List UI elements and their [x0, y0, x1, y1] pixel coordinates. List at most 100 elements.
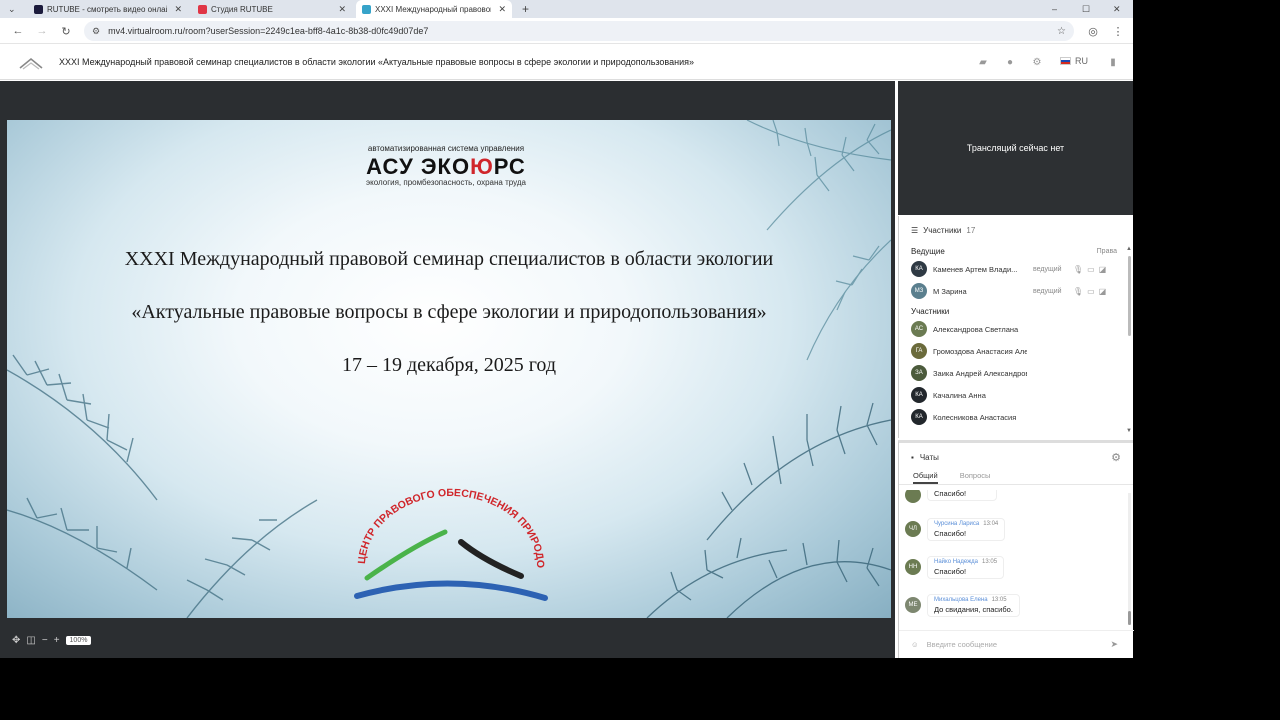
participant-name: Громоздова Анастасия Алексеев...	[933, 346, 1027, 356]
close-icon[interactable]: ✕	[498, 4, 506, 15]
tab-questions[interactable]: Вопросы	[960, 471, 991, 484]
chat-message: МЕ Михальцова Елена 13:05 До свидания, спас…	[905, 594, 1020, 617]
tab-virtualroom[interactable]: XXXI Международный правовой ✕	[356, 0, 512, 18]
close-icon[interactable]: ✕	[174, 4, 182, 15]
presentation-slide: автоматизированная система управления АС…	[7, 120, 891, 618]
move-icon[interactable]: ✥	[12, 635, 20, 646]
tab-strip: ⌄ RUTUBE - смотреть видео онлайн ✕ Студи…	[0, 0, 1133, 18]
maximize-icon[interactable]: ☐	[1082, 0, 1090, 18]
participant-row[interactable]: ЗА Заика Андрей Александрович	[899, 362, 1133, 384]
host-row[interactable]: МЗ М Зарина ведущий 🎙 ▭ ◪	[899, 280, 1133, 302]
language-selector[interactable]: RU	[1060, 56, 1088, 66]
scroll-down-icon[interactable]: ▼	[1126, 428, 1132, 434]
settings-icon[interactable]: ⚙	[1030, 55, 1044, 69]
hosts-section-header: Ведущие Права	[899, 244, 1133, 258]
participants-panel: ☰ Участники 17 Ведущие Права КА Каменев А…	[898, 216, 1133, 438]
url-field[interactable]: ⚙ mv4.virtualroom.ru/room?userSession=22…	[84, 21, 1074, 41]
close-icon[interactable]: ✕	[338, 4, 346, 15]
brand-part-c: РС	[493, 154, 526, 179]
message-time: 13:04	[983, 521, 999, 527]
emoji-icon[interactable]: ☺	[911, 640, 919, 649]
window-close-icon[interactable]: ✕	[1113, 0, 1121, 18]
send-icon[interactable]: ➤	[1110, 639, 1118, 650]
zoom-controls: ✥ ◫ − + 100%	[12, 633, 92, 647]
chat-scrollbar[interactable]	[1128, 493, 1131, 625]
profile-icon[interactable]: ◎	[1085, 22, 1101, 40]
message-bubble: Спасибо!	[927, 490, 997, 501]
participant-role: ведущий	[1033, 265, 1062, 273]
participants-count: 17	[966, 225, 976, 235]
message-meta: Чурсина Лариса 13:04	[934, 521, 998, 527]
tab-rutube[interactable]: RUTUBE - смотреть видео онлайн ✕	[28, 0, 188, 18]
fit-icon[interactable]: ◫	[26, 635, 35, 646]
participant-row[interactable]: ГА Громоздова Анастасия Алексеев...	[899, 340, 1133, 362]
slide-title-line: XXXI Международный правовой семинар спец…	[124, 248, 774, 270]
avatar: КА	[911, 261, 927, 277]
brand-subtitle: автоматизированная система управления	[367, 144, 525, 153]
message-author[interactable]: Михальцова Елена	[934, 597, 988, 603]
avatar: КА	[911, 387, 927, 403]
sidebar-toggle-icon[interactable]: ▮	[1106, 55, 1120, 69]
message-text: Спасибо!	[934, 567, 967, 576]
back-icon[interactable]: ←	[10, 22, 26, 40]
camera-icon[interactable]: ▭	[1087, 287, 1095, 296]
new-tab-button[interactable]: +	[522, 0, 529, 18]
room-header: XXXI Международный правовой семинар спец…	[0, 45, 1133, 80]
tab-label: XXXI Международный правовой	[375, 4, 491, 14]
avatar: МЗ	[911, 283, 927, 299]
avatar: ГА	[911, 343, 927, 359]
minimize-icon[interactable]: –	[1052, 0, 1057, 18]
chat-settings-icon[interactable]: ⚙	[1111, 451, 1121, 464]
zoom-out-button[interactable]: −	[42, 635, 48, 646]
brand-part-b: Ю	[470, 154, 494, 179]
rutube-icon	[34, 4, 43, 14]
participants-header[interactable]: ☰ Участники 17	[899, 216, 1133, 244]
legal-center-logo: ЦЕНТР ПРАВОВОГО ОБЕСПЕЧЕНИЯ ПРИРОДОПОЛЬЗ…	[353, 480, 548, 601]
russia-flag-icon	[1060, 57, 1071, 65]
screen-share-icon[interactable]: ◪	[1099, 287, 1107, 296]
participant-row[interactable]: АС Александрова Светлана	[899, 318, 1133, 340]
participant-name: Каменев Артем Влади...	[933, 264, 1018, 274]
forward-icon[interactable]: →	[34, 22, 50, 40]
tab-rutube-studio[interactable]: Студия RUTUBE ✕	[192, 0, 352, 18]
participants-scrollbar[interactable]	[1128, 256, 1131, 336]
browser-menu-icon[interactable]: ⋮	[1110, 22, 1126, 40]
chat-message: ЧЛ Чурсина Лариса 13:04 Спасибо!	[905, 518, 1006, 541]
participant-row[interactable]: КА Качалина Анна	[899, 384, 1133, 406]
message-placeholder: Введите сообщение	[926, 640, 997, 649]
scroll-up-icon[interactable]: ▲	[1126, 246, 1132, 252]
screen-share-icon[interactable]: ◪	[1099, 265, 1107, 274]
zoom-level[interactable]: 100%	[65, 635, 92, 645]
chat-icon: ▪	[911, 452, 914, 462]
participant-name: Александрова Светлана	[933, 324, 1019, 334]
message-author[interactable]: Найко Надежда	[934, 559, 978, 565]
logo-arc-text: ЦЕНТР ПРАВОВОГО ОБЕСПЕЧЕНИЯ ПРИРОДОПОЛЬЗ…	[353, 480, 546, 568]
mic-icon[interactable]: 🎙	[1073, 287, 1083, 296]
tab-search-icon[interactable]: ⌄	[8, 0, 16, 18]
chat-message: НН Найко Надежда 13:05 Спасибо!	[905, 556, 1005, 579]
chat-header: ▪ Чаты ⚙	[899, 443, 1133, 471]
browser-window: ⌄ RUTUBE - смотреть видео онлайн ✕ Студи…	[0, 0, 1134, 658]
bookmark-star-icon[interactable]: ☆	[1057, 26, 1066, 37]
rights-label: Права	[1096, 247, 1117, 255]
mic-icon[interactable]: 🎙	[1073, 265, 1083, 274]
message-input[interactable]: ☺ Введите сообщение ➤	[899, 630, 1134, 658]
tab-general[interactable]: Общий	[913, 471, 938, 484]
url-text: mv4.virtualroom.ru/room?userSession=2249…	[108, 26, 429, 36]
members-label: Участники	[911, 306, 950, 316]
reload-icon[interactable]: ↻	[58, 22, 74, 40]
zoom-in-button[interactable]: +	[54, 635, 60, 646]
folder-icon[interactable]: ▰	[976, 55, 990, 69]
message-author[interactable]: Чурсина Лариса	[934, 521, 979, 527]
message-time: 13:05	[991, 597, 1007, 603]
site-info-icon[interactable]: ⚙	[92, 26, 100, 37]
tab-label: Студия RUTUBE	[211, 4, 273, 14]
host-row[interactable]: КА Каменев Артем Влади... ведущий 🎙 ▭ ◪	[899, 258, 1133, 280]
participant-name: М Зарина	[933, 286, 967, 296]
camera-icon[interactable]: ▭	[1087, 265, 1095, 274]
tab-label: RUTUBE - смотреть видео онлайн	[47, 4, 167, 14]
message-meta: Михальцова Елена 13:05	[934, 597, 1013, 603]
participants-title: Участники	[923, 225, 962, 235]
info-icon[interactable]: ●	[1003, 55, 1017, 69]
participant-row[interactable]: КА Колесникова Анастасия	[899, 406, 1133, 428]
